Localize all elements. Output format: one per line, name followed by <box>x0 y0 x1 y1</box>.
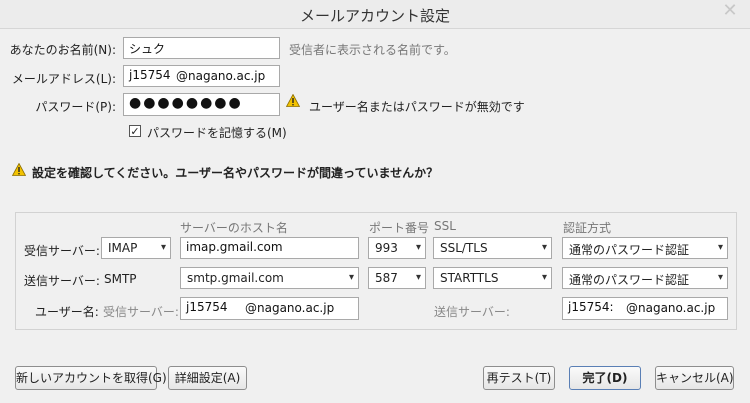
done-button[interactable]: 完了(D) <box>569 366 641 390</box>
dialog-title: メールアカウント設定 <box>299 7 450 25</box>
password-warning-text: ユーザー名またはパスワードが無効です <box>309 100 525 114</box>
password-label: パスワード(P): <box>35 100 116 114</box>
chevron-down-icon: ▾ <box>717 242 723 253</box>
incoming-auth-value: 通常のパスワード認証 <box>569 243 690 257</box>
header-host: サーバーのホスト名 <box>180 221 288 235</box>
incoming-ssl-value: SSL/TLS <box>440 241 488 255</box>
incoming-username-domain: @nagano.ac.jp <box>245 301 335 315</box>
incoming-username-prefix: j15754 <box>186 300 228 314</box>
outgoing-server-label: 送信サーバー: <box>24 274 100 288</box>
chevron-down-icon: ▾ <box>717 272 723 283</box>
name-value: シュク <box>129 42 166 56</box>
new-account-button[interactable]: 新しいアカウントを取得(G) <box>15 366 167 390</box>
outgoing-ssl-select[interactable]: STARTTLS ▾ <box>433 267 552 289</box>
outgoing-auth-select[interactable]: 通常のパスワード認証 ▾ <box>562 267 728 289</box>
username-label: ユーザー名: <box>35 305 99 319</box>
incoming-ssl-select[interactable]: SSL/TLS ▾ <box>433 237 552 259</box>
close-button[interactable]: ✕ <box>716 0 744 22</box>
incoming-port-select[interactable]: 993 ▾ <box>368 237 426 259</box>
incoming-protocol-value: IMAP <box>108 241 138 255</box>
account-settings-dialog: メールアカウント設定 ✕ あなたのお名前(N): シュク 受信者に表示される名前… <box>0 0 750 403</box>
chevron-down-icon: ▾ <box>541 242 547 253</box>
username-outgoing-label: 送信サーバー: <box>434 305 510 319</box>
email-domain: @nagano.ac.jp <box>176 69 266 83</box>
incoming-host-input[interactable]: imap.gmail.com <box>180 237 359 259</box>
outgoing-username-domain: @nagano.ac.jp <box>626 301 716 315</box>
alert-warning-icon <box>12 163 26 176</box>
username-incoming-label: 受信サーバー: <box>103 305 179 319</box>
incoming-server-label: 受信サーバー: <box>24 244 100 258</box>
header-port: ポート番号 <box>369 221 430 235</box>
header-ssl: SSL <box>434 219 456 233</box>
email-input[interactable]: j15754 @nagano.ac.jp <box>123 65 280 87</box>
incoming-host-value: imap.gmail.com <box>186 240 283 254</box>
name-hint: 受信者に表示される名前です。 <box>289 43 456 57</box>
outgoing-auth-value: 通常のパスワード認証 <box>569 273 690 287</box>
chevron-down-icon: ▾ <box>348 272 354 283</box>
remember-password-label[interactable]: パスワードを記憶する(M) <box>147 124 287 141</box>
cancel-button[interactable]: キャンセル(A) <box>655 366 734 390</box>
chevron-down-icon: ▾ <box>541 272 547 283</box>
incoming-port-value: 993 <box>375 241 398 255</box>
outgoing-port-value: 587 <box>375 271 398 285</box>
chevron-down-icon: ▾ <box>415 242 421 253</box>
incoming-protocol-select[interactable]: IMAP ▾ <box>101 237 171 259</box>
outgoing-username-prefix: j15754: <box>568 300 614 314</box>
title-bar: メールアカウント設定 ✕ <box>0 0 750 29</box>
password-input[interactable]: ●●●●●●●● <box>123 93 280 116</box>
alert-message: 設定を確認してください。ユーザー名やパスワードが間違っていませんか？ <box>32 166 439 180</box>
remember-password-checkbox[interactable]: ✓ <box>129 125 141 137</box>
incoming-username-input[interactable]: j15754 @nagano.ac.jp <box>180 297 359 320</box>
incoming-auth-select[interactable]: 通常のパスワード認証 ▾ <box>562 237 728 259</box>
outgoing-host-value: smtp.gmail.com <box>187 271 284 285</box>
email-label: メールアドレス(L): <box>11 72 116 86</box>
email-prefix: j15754 <box>129 68 171 82</box>
outgoing-protocol-label: SMTP <box>104 272 137 286</box>
chevron-down-icon: ▾ <box>415 272 421 283</box>
redaction-mask <box>168 38 208 57</box>
chevron-down-icon: ▾ <box>160 242 166 253</box>
warning-icon <box>286 94 300 107</box>
outgoing-ssl-value: STARTTLS <box>440 271 499 285</box>
advanced-settings-button[interactable]: 詳細設定(A) <box>168 366 247 390</box>
outgoing-username-input[interactable]: j15754: @nagano.ac.jp <box>562 297 728 320</box>
outgoing-port-select[interactable]: 587 ▾ <box>368 267 426 289</box>
retest-button[interactable]: 再テスト(T) <box>483 366 555 390</box>
password-value: ●●●●●●●● <box>129 95 243 111</box>
header-auth: 認証方式 <box>563 221 612 235</box>
name-label: あなたのお名前(N): <box>9 43 116 57</box>
outgoing-host-combobox[interactable]: smtp.gmail.com ▾ <box>180 267 359 289</box>
